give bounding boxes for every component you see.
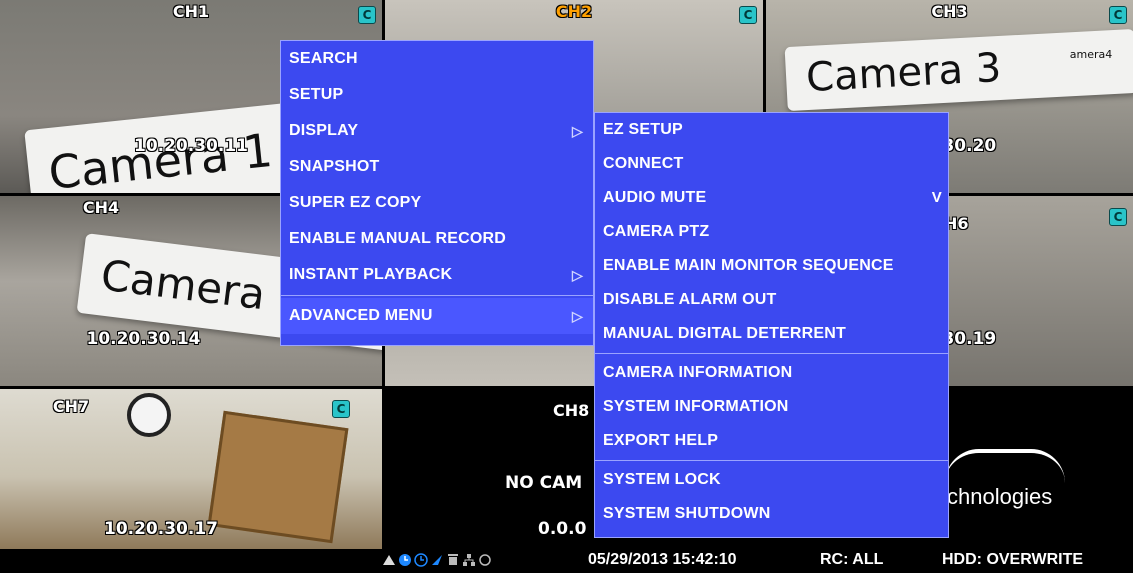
submenu-item-system-information[interactable]: SYSTEM INFORMATION bbox=[595, 390, 948, 424]
menu-item-advanced-menu[interactable]: ADVANCED MENU ▷ bbox=[281, 298, 593, 334]
menu-item-search[interactable]: SEARCH bbox=[281, 41, 593, 77]
menu-item-display[interactable]: DISPLAY ▷ bbox=[281, 113, 593, 149]
menu-divider bbox=[281, 295, 593, 296]
submenu-item-ez-setup[interactable]: EZ SETUP bbox=[595, 113, 948, 147]
status-datetime: 05/29/2013 15:42:10 bbox=[588, 551, 737, 568]
logo-text: chnologies bbox=[947, 484, 1053, 509]
status-rc: RC: ALL bbox=[820, 551, 884, 568]
camera-sign: Camera 3 bbox=[784, 28, 1133, 112]
c-badge-icon: C bbox=[1109, 208, 1127, 226]
network-icon bbox=[383, 555, 395, 565]
status-hdd: HDD: OVERWRITE bbox=[942, 551, 1084, 568]
c-badge-icon: C bbox=[332, 400, 350, 418]
c-badge-icon: C bbox=[1109, 6, 1127, 24]
submenu-item-camera-ptz[interactable]: CAMERA PTZ bbox=[595, 215, 948, 249]
c-badge-icon: C bbox=[739, 6, 757, 24]
submenu-item-export-help[interactable]: EXPORT HELP bbox=[595, 424, 948, 458]
camera-ip-ch6: .30.19 bbox=[936, 329, 997, 349]
timer-icon bbox=[414, 553, 428, 567]
submenu-item-manual-digital-deterrent[interactable]: MANUAL DIGITAL DETERRENT bbox=[595, 317, 948, 351]
checkmark-icon: V bbox=[931, 189, 942, 206]
submenu-item-system-lock[interactable]: SYSTEM LOCK bbox=[595, 463, 948, 497]
camera-sign-small: amera4 bbox=[1069, 48, 1113, 61]
status-bar: 05/29/2013 15:42:10 RC: ALL HDD: OVERWRI… bbox=[380, 549, 1133, 573]
submenu-arrow-icon: ▷ bbox=[572, 308, 583, 324]
submenu-item-disable-alarm-out[interactable]: DISABLE ALARM OUT bbox=[595, 283, 948, 317]
menu-divider bbox=[595, 353, 948, 354]
menu-item-super-ez-copy[interactable]: SUPER EZ COPY bbox=[281, 185, 593, 221]
menu-divider bbox=[595, 460, 948, 461]
submenu-item-system-shutdown[interactable]: SYSTEM SHUTDOWN bbox=[595, 497, 948, 531]
menu-item-setup[interactable]: SETUP bbox=[281, 77, 593, 113]
advanced-submenu: EZ SETUP CONNECT AUDIO MUTE V CAMERA PTZ … bbox=[594, 112, 949, 538]
lan-icon bbox=[463, 554, 475, 566]
submenu-item-enable-main-monitor-sequence[interactable]: ENABLE MAIN MONITOR SEQUENCE bbox=[595, 249, 948, 283]
schedule-icon bbox=[399, 554, 411, 566]
camera-ip-ch7: 10.20.30.17 bbox=[103, 519, 218, 539]
channel-label-ch4: CH4 bbox=[82, 198, 120, 217]
camera-ip-ch3: .30.20 bbox=[936, 136, 997, 156]
submenu-item-connect[interactable]: CONNECT bbox=[595, 147, 948, 181]
submenu-arrow-icon: ▷ bbox=[572, 123, 583, 139]
alarm-icon bbox=[448, 554, 458, 565]
submenu-item-audio-mute[interactable]: AUDIO MUTE V bbox=[595, 181, 948, 215]
menu-item-enable-manual-record[interactable]: ENABLE MANUAL RECORD bbox=[281, 221, 593, 257]
menu-item-instant-playback[interactable]: INSTANT PLAYBACK ▷ bbox=[281, 257, 593, 293]
submenu-arrow-icon: ▷ bbox=[572, 267, 583, 283]
submenu-item-camera-information[interactable]: CAMERA INFORMATION bbox=[595, 356, 948, 390]
channel-label-ch1: CH1 bbox=[172, 2, 210, 21]
channel-label-ch2: CH2 bbox=[555, 2, 593, 21]
sync-icon bbox=[479, 554, 491, 566]
camera-tile-ch7[interactable]: CH7 C 10.20.30.17 bbox=[0, 389, 382, 549]
menu-item-snapshot[interactable]: SNAPSHOT bbox=[281, 149, 593, 185]
channel-label-ch7: CH7 bbox=[52, 397, 90, 416]
c-badge-icon: C bbox=[358, 6, 376, 24]
main-menu: SEARCH SETUP DISPLAY ▷ SNAPSHOT SUPER EZ … bbox=[280, 40, 594, 346]
logo-swoosh bbox=[945, 449, 1065, 483]
channel-label-ch3: CH3 bbox=[931, 2, 968, 21]
record-icon bbox=[432, 555, 442, 565]
channel-label-ch6: H6 bbox=[944, 214, 969, 233]
